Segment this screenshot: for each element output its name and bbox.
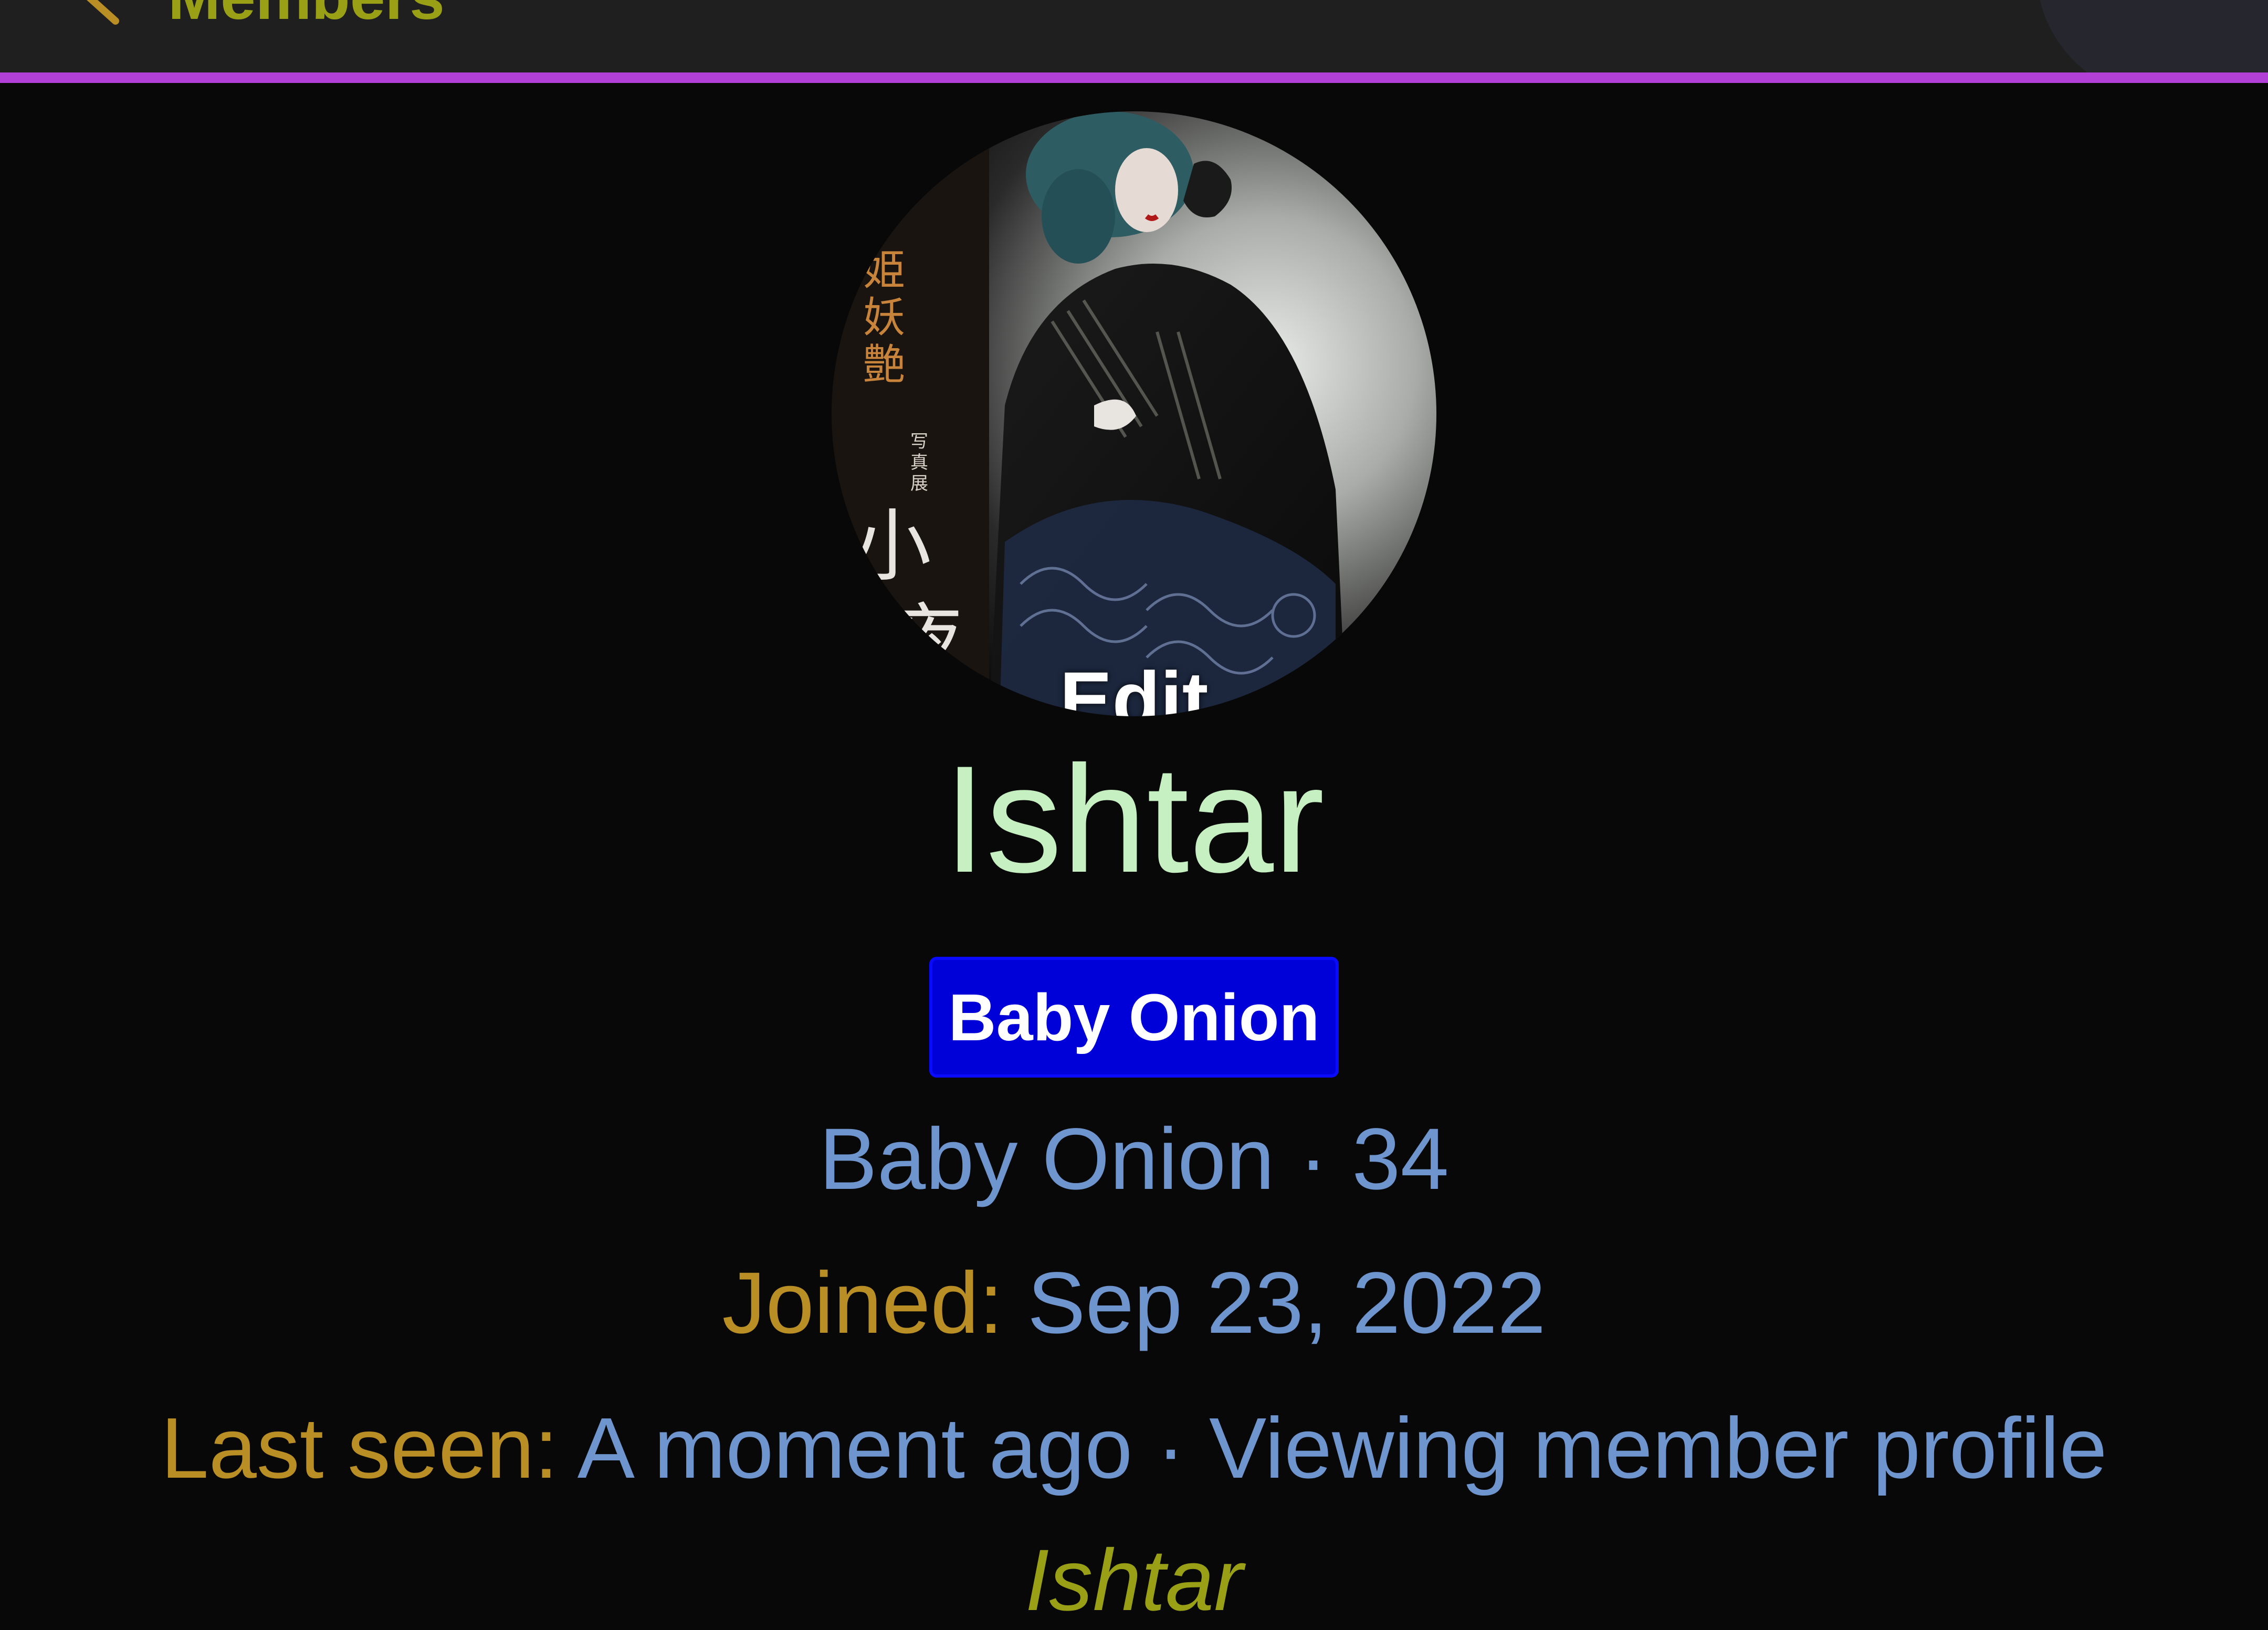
top-app-bar: Members — [0, 0, 2268, 72]
user-title-badge: Baby Onion — [929, 957, 1339, 1078]
member-profile-page: Members — [0, 0, 2268, 1630]
svg-text:妖: 妖 — [863, 293, 905, 342]
back-to-members-link[interactable]: Members — [79, 0, 445, 29]
corner-action-bubble[interactable] — [2037, 0, 2268, 72]
svg-text:艶: 艶 — [863, 340, 905, 389]
svg-text:展: 展 — [910, 473, 928, 494]
avatar-image: 姫 妖 艶 写 真 展 小 夜 — [832, 111, 1436, 716]
rank-and-level: Baby Onion · 34 — [819, 1111, 1449, 1208]
last-seen-value: A moment ago · Viewing member profile — [577, 1400, 2107, 1496]
joined-date: Sep 23, 2022 — [1027, 1255, 1546, 1352]
svg-text:姫: 姫 — [863, 246, 905, 295]
svg-text:小: 小 — [853, 501, 931, 592]
back-link-label: Members — [168, 0, 445, 29]
avatar-edit-button[interactable]: 姫 妖 艶 写 真 展 小 夜 Edit — [832, 111, 1436, 716]
svg-text:真: 真 — [910, 452, 928, 473]
joined-row: Joined: Sep 23, 2022 — [0, 1251, 2268, 1356]
svg-text:夜: 夜 — [884, 595, 963, 687]
profile-username: Ishtar — [943, 734, 1325, 904]
viewed-member-link[interactable]: Ishtar — [0, 1528, 2268, 1630]
topbar-accent-line — [0, 72, 2268, 83]
last-seen-label: Last seen: — [161, 1400, 559, 1496]
svg-text:写: 写 — [910, 431, 928, 452]
joined-label: Joined: — [722, 1255, 1003, 1352]
last-seen-row: Last seen: A moment ago · Viewing member… — [0, 1396, 2268, 1501]
chevron-left-icon — [87, 0, 119, 25]
